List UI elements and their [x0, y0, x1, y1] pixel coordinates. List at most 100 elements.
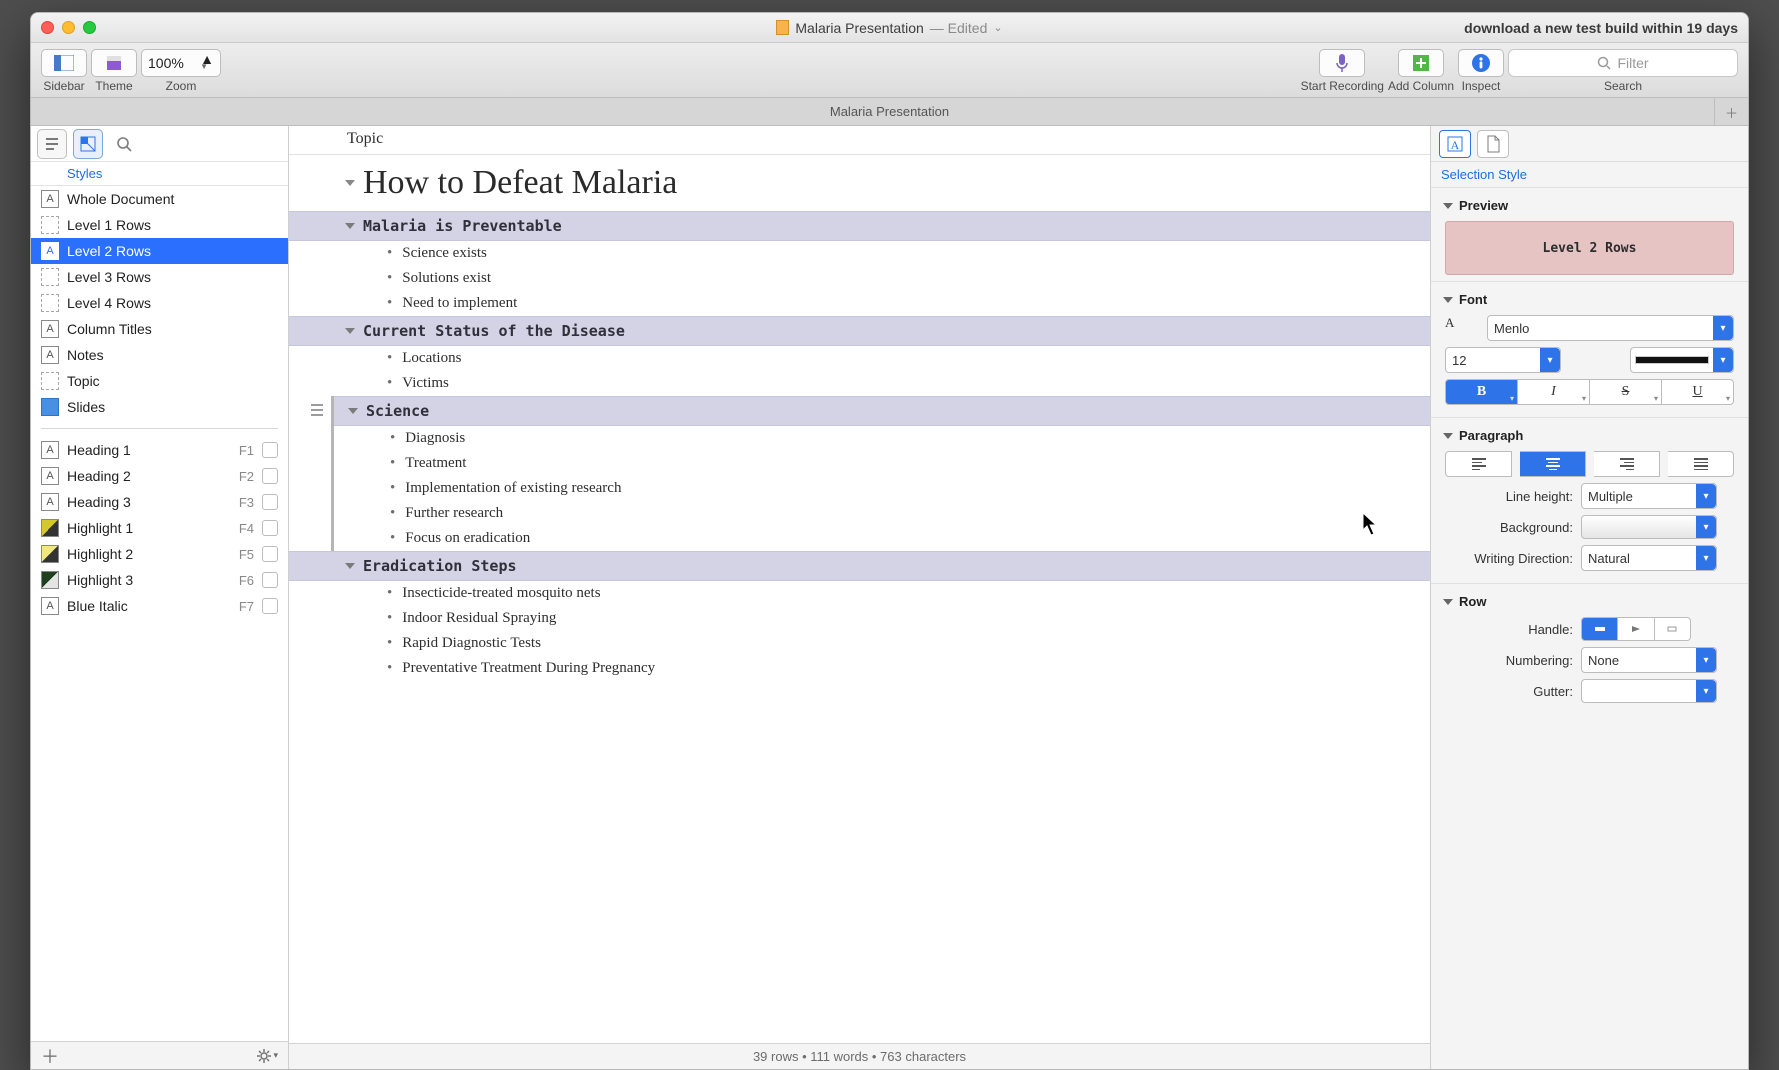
named-style-item[interactable]: ABlue ItalicF7	[31, 593, 288, 619]
handle-style-2[interactable]	[1618, 617, 1654, 641]
outline-bullet-row[interactable]: Treatment	[334, 451, 1430, 476]
row-drag-handle-icon[interactable]	[309, 396, 325, 424]
outline-bullet-row[interactable]: Rapid Diagnostic Tests	[289, 631, 1430, 656]
disclosure-triangle-icon[interactable]	[348, 408, 358, 414]
add-style-button[interactable]: ＋	[41, 1043, 59, 1069]
inspect-button[interactable]	[1458, 49, 1504, 77]
disclosure-triangle-icon[interactable]	[1443, 599, 1453, 605]
zoom-select[interactable]: 100% ▲▼	[141, 49, 221, 77]
outline-l2-row[interactable]: Current Status of the Disease	[289, 316, 1430, 346]
outline-bullet-row[interactable]: Science exists	[289, 241, 1430, 266]
inspector-tab-doc[interactable]	[1477, 130, 1509, 158]
disclosure-triangle-icon[interactable]	[1443, 297, 1453, 303]
paragraph-background-picker[interactable]: ▾	[1581, 515, 1717, 539]
style-item-label: Level 2 Rows	[67, 243, 151, 259]
outline-l2-row[interactable]: Science	[334, 396, 1430, 426]
style-applied-checkbox[interactable]	[262, 546, 278, 562]
zoom-value: 100%	[148, 55, 184, 71]
style-applied-checkbox[interactable]	[262, 598, 278, 614]
handle-style-3[interactable]	[1655, 617, 1691, 641]
new-tab-button[interactable]: ＋	[1714, 98, 1748, 126]
sidebar-mode-styles[interactable]	[73, 129, 103, 159]
filter-search-field[interactable]: Filter	[1508, 49, 1738, 77]
outline-bullet-row[interactable]: Focus on eradication	[334, 526, 1430, 551]
zoom-window[interactable]	[83, 21, 96, 34]
style-applied-checkbox[interactable]	[262, 442, 278, 458]
named-style-item[interactable]: Highlight 2F5	[31, 541, 288, 567]
handle-style-1[interactable]	[1581, 617, 1618, 641]
underline-toggle[interactable]: U▾	[1662, 379, 1734, 405]
outline-bullet-row[interactable]: Locations	[289, 346, 1430, 371]
outline-bullet-row[interactable]: Victims	[289, 371, 1430, 396]
font-panel-button[interactable]: A	[1445, 315, 1479, 341]
named-style-item[interactable]: Highlight 3F6	[31, 567, 288, 593]
align-justify-button[interactable]	[1668, 451, 1734, 477]
close-window[interactable]	[41, 21, 54, 34]
outline-bullet-row[interactable]: Need to implement	[289, 291, 1430, 316]
font-family-select[interactable]: Menlo ▾	[1487, 315, 1734, 341]
style-applied-checkbox[interactable]	[262, 468, 278, 484]
outline-bullet-row[interactable]: Implementation of existing research	[334, 476, 1430, 501]
outline-bullet-row[interactable]: Diagnosis	[334, 426, 1430, 451]
column-header-topic[interactable]: Topic	[289, 126, 1430, 155]
disclosure-triangle-icon[interactable]	[1443, 203, 1453, 209]
disclosure-triangle-icon[interactable]	[345, 563, 355, 569]
row-handle-group	[1581, 617, 1691, 641]
outline-bullet-row[interactable]: Further research	[334, 501, 1430, 526]
outline-l2-row[interactable]: Malaria is Preventable	[289, 211, 1430, 241]
add-column-button[interactable]	[1398, 49, 1444, 77]
font-heading: Font	[1459, 292, 1487, 307]
minimize-window[interactable]	[62, 21, 75, 34]
named-style-item[interactable]: AHeading 1F1	[31, 437, 288, 463]
italic-toggle[interactable]: I▾	[1518, 379, 1590, 405]
disclosure-triangle-icon[interactable]	[345, 223, 355, 229]
line-height-select[interactable]: Multiple ▾	[1581, 483, 1717, 509]
outline-bullet-row[interactable]: Insecticide-treated mosquito nets	[289, 581, 1430, 606]
sidebar-search-button[interactable]	[109, 129, 139, 159]
outline-title-row[interactable]: How to Defeat Malaria	[289, 155, 1430, 211]
font-color-picker[interactable]: ▾	[1630, 347, 1734, 373]
numbering-select[interactable]: None ▾	[1581, 647, 1717, 673]
font-size-field[interactable]: 12 ▾	[1445, 347, 1561, 373]
align-center-button[interactable]	[1520, 451, 1586, 477]
strikethrough-toggle[interactable]: S▾	[1590, 379, 1662, 405]
style-level-item[interactable]: AWhole Document	[31, 186, 288, 212]
bold-toggle[interactable]: B▾	[1445, 379, 1518, 405]
tab-active[interactable]: Malaria Presentation	[830, 104, 949, 119]
named-style-item[interactable]: AHeading 2F2	[31, 463, 288, 489]
outline-content[interactable]: How to Defeat MalariaMalaria is Preventa…	[289, 155, 1430, 1043]
outline-bullet-row[interactable]: Indoor Residual Spraying	[289, 606, 1430, 631]
inspector-tab-text[interactable]: A	[1439, 130, 1471, 158]
gutter-picker[interactable]: ▾	[1581, 679, 1717, 703]
disclosure-triangle-icon[interactable]	[345, 328, 355, 334]
style-applied-checkbox[interactable]	[262, 520, 278, 536]
toggle-sidebar-button[interactable]	[41, 49, 87, 77]
style-level-item[interactable]: Topic	[31, 368, 288, 394]
named-style-item[interactable]: AHeading 3F3	[31, 489, 288, 515]
disclosure-triangle-icon[interactable]	[345, 180, 355, 186]
disclosure-triangle-icon[interactable]	[1443, 433, 1453, 439]
theme-button[interactable]	[91, 49, 137, 77]
style-level-item[interactable]: ANotes	[31, 342, 288, 368]
writing-direction-select[interactable]: Natural ▾	[1581, 545, 1717, 571]
style-level-item[interactable]: Slides	[31, 394, 288, 420]
style-level-item[interactable]: Level 3 Rows	[31, 264, 288, 290]
style-level-item[interactable]: ALevel 2 Rows	[31, 238, 288, 264]
style-icon	[41, 268, 59, 286]
outline-l2-row[interactable]: Eradication Steps	[289, 551, 1430, 581]
style-level-item[interactable]: Level 1 Rows	[31, 212, 288, 238]
outline-bullet-row[interactable]: Solutions exist	[289, 266, 1430, 291]
style-applied-checkbox[interactable]	[262, 494, 278, 510]
align-right-button[interactable]	[1594, 451, 1660, 477]
style-level-item[interactable]: Level 4 Rows	[31, 290, 288, 316]
sidebar-mode-outline[interactable]	[37, 129, 67, 159]
style-applied-checkbox[interactable]	[262, 572, 278, 588]
named-style-item[interactable]: Highlight 1F4	[31, 515, 288, 541]
title-menu-chevron-icon[interactable]: ⌄	[993, 21, 1002, 34]
style-level-item[interactable]: AColumn Titles	[31, 316, 288, 342]
sidebar-gear-menu[interactable]: ▾	[257, 1049, 278, 1063]
align-left-button[interactable]	[1445, 451, 1512, 477]
outline-bullet-row[interactable]: Preventative Treatment During Pregnancy	[289, 656, 1430, 681]
start-recording-button[interactable]	[1319, 49, 1365, 77]
font-family-value: Menlo	[1494, 321, 1529, 336]
